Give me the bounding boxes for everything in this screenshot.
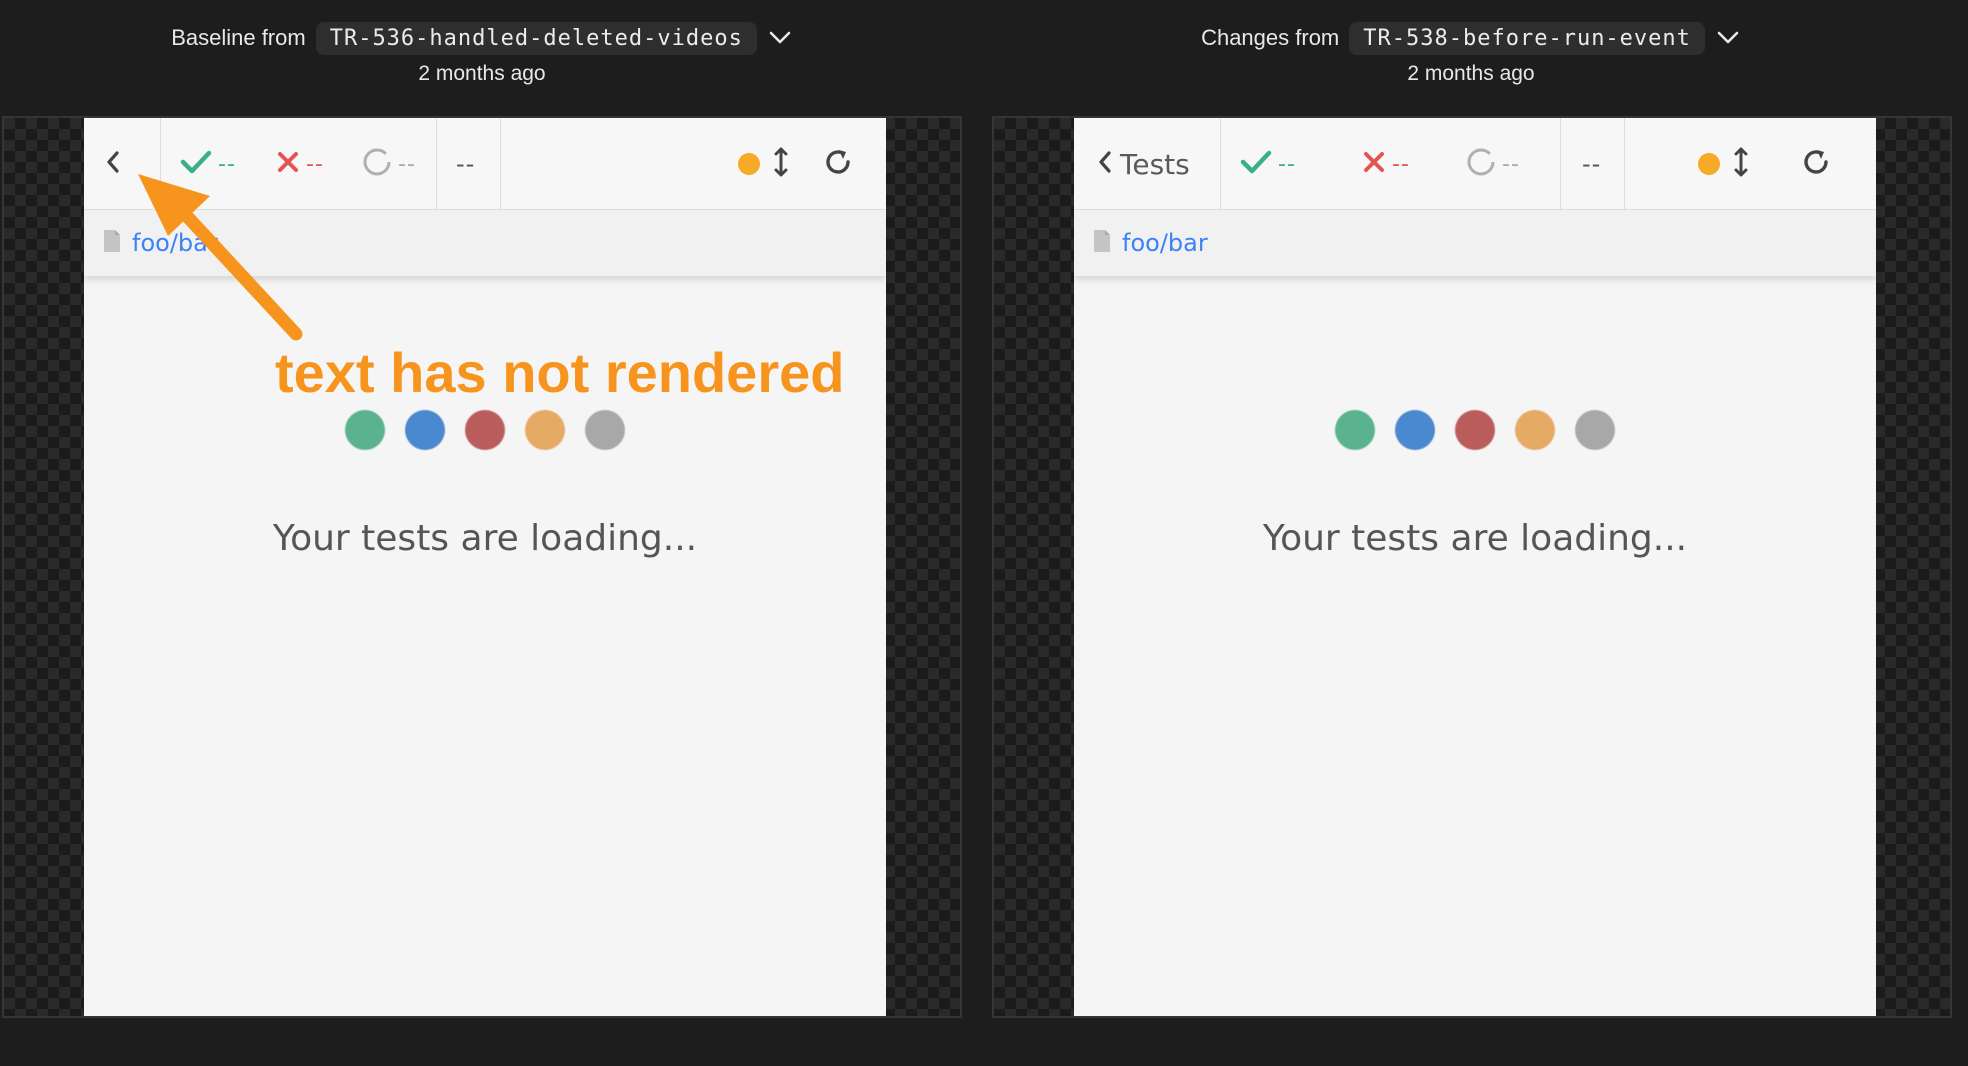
changes-time: 2 months ago (1407, 62, 1535, 85)
loading-dot (345, 410, 385, 450)
failed-count: -- (1392, 151, 1410, 177)
reporter-toolbar: Tests -- -- -- -- (1074, 118, 1876, 210)
arrows-vertical-icon (1734, 146, 1748, 182)
baseline-branch-chip[interactable]: TR-536-handled-deleted-videos (315, 21, 757, 55)
changes-app: Tests -- -- -- -- foo/bar Your tests are… (1074, 118, 1876, 1016)
loading-dots (84, 410, 886, 450)
pending-circle-icon (362, 147, 392, 181)
loading-dot (1515, 410, 1555, 450)
loading-dot (1335, 410, 1375, 450)
spec-bar: foo/bar (1074, 210, 1876, 276)
check-icon (1240, 149, 1272, 179)
loading-dots (1074, 410, 1876, 450)
rerun-button[interactable] (822, 118, 854, 210)
status-dot-icon (1698, 153, 1720, 175)
pending-stat: -- (1466, 118, 1520, 210)
spec-path-link[interactable]: foo/bar (132, 229, 218, 257)
autoscroll-toggle[interactable] (738, 118, 788, 210)
duration-stat: -- (1582, 118, 1601, 210)
loading-dot (465, 410, 505, 450)
pending-count: -- (1502, 151, 1520, 177)
changes-snapshot-frame: Tests -- -- -- -- foo/bar Your tests are… (992, 116, 1952, 1018)
spec-bar: foo/bar (84, 210, 886, 276)
file-icon (1092, 228, 1112, 258)
failed-stat: -- (276, 118, 324, 210)
chevron-down-icon[interactable] (1715, 25, 1741, 51)
duration-value: -- (1582, 150, 1602, 178)
back-button[interactable]: Tests (1096, 118, 1190, 210)
loading-message: Your tests are loading... (272, 518, 698, 559)
arrows-vertical-icon (774, 146, 788, 182)
loading-message: Your tests are loading... (1262, 518, 1688, 559)
baseline-snapshot-frame: -- -- -- -- foo/bar Your tests are loadi… (2, 116, 962, 1018)
duration-value: -- (456, 150, 476, 178)
file-icon (102, 228, 122, 258)
chevron-left-icon (104, 148, 122, 180)
loading-dot (1575, 410, 1615, 450)
check-icon (180, 149, 212, 179)
comparison-page: Baseline from TR-536-handled-deleted-vid… (0, 0, 1968, 1066)
passed-stat: -- (1240, 118, 1296, 210)
baseline-header: Baseline from TR-536-handled-deleted-vid… (0, 18, 964, 96)
passed-count: -- (1278, 151, 1296, 177)
loading-dot (1395, 410, 1435, 450)
pending-count: -- (398, 151, 416, 177)
failed-stat: -- (1362, 118, 1410, 210)
spec-path-link[interactable]: foo/bar (1122, 229, 1208, 257)
x-icon (1362, 150, 1386, 178)
changes-header: Changes from TR-538-before-run-event 2 m… (988, 18, 1954, 96)
changes-branch-chip[interactable]: TR-538-before-run-event (1349, 21, 1705, 55)
passed-stat: -- (180, 118, 236, 210)
baseline-app: -- -- -- -- foo/bar Your tests are loadi… (84, 118, 886, 1016)
baseline-time: 2 months ago (418, 62, 546, 85)
rerun-button[interactable] (1800, 118, 1832, 210)
pending-circle-icon (1466, 147, 1496, 181)
refresh-icon (822, 146, 854, 182)
chevron-down-icon[interactable] (767, 25, 793, 51)
loading-dot (405, 410, 445, 450)
loading-dot (525, 410, 565, 450)
changes-label: Changes from (1201, 25, 1340, 50)
loading-dot (1455, 410, 1495, 450)
status-dot-icon (738, 153, 760, 175)
x-icon (276, 150, 300, 178)
refresh-icon (1800, 146, 1832, 182)
loading-dot (585, 410, 625, 450)
chevron-left-icon (1096, 148, 1114, 180)
passed-count: -- (218, 151, 236, 177)
annotation-label: text has not rendered (275, 341, 845, 404)
reporter-toolbar: -- -- -- -- (84, 118, 886, 210)
back-button[interactable] (104, 118, 128, 210)
baseline-label: Baseline from (171, 25, 306, 50)
failed-count: -- (306, 151, 324, 177)
autoscroll-toggle[interactable] (1698, 118, 1748, 210)
pending-stat: -- (362, 118, 416, 210)
duration-stat: -- (456, 118, 475, 210)
back-label: Tests (1120, 147, 1190, 181)
